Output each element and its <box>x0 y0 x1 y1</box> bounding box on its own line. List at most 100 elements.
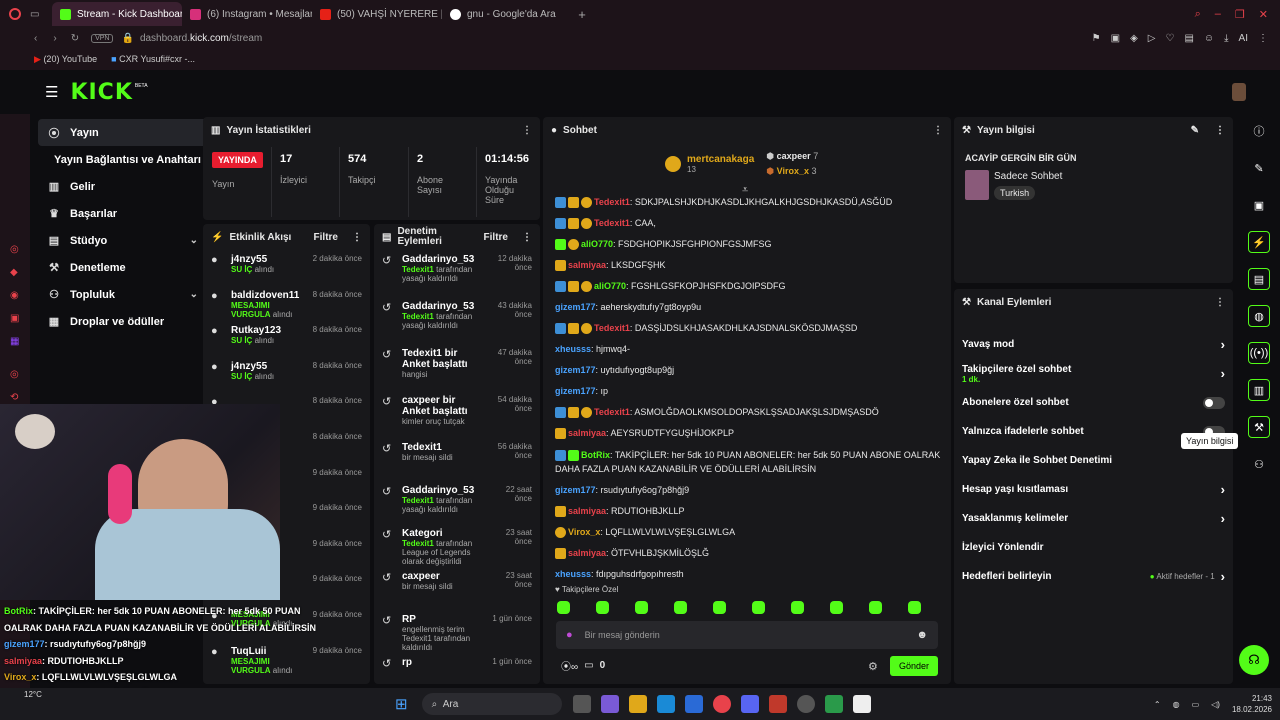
chat-username[interactable]: Virox_x <box>568 527 600 537</box>
moderation-item[interactable]: ↺ RP engellenmiş terim Tedexit1 tarafında… <box>374 610 540 653</box>
screenshot-icon[interactable]: ▣ <box>1248 194 1270 216</box>
channel-points[interactable]: ⦿∞ ▭ 0 <box>561 658 605 673</box>
copilot-icon[interactable] <box>600 695 619 713</box>
chat-message[interactable]: Tedexit1: CAA, <box>543 213 943 234</box>
emote-icon[interactable] <box>752 601 765 614</box>
chat-message[interactable]: Tedexit1: DASŞİJDSLKHJASAKDHLKAJSDNALSKÖ… <box>543 318 943 339</box>
tab-instagram[interactable]: (6) Instagram • Mesajlar <box>182 2 312 26</box>
chat-message[interactable]: salmiyaa: RDUTIOHBJKLLP <box>543 501 943 522</box>
emote-icon[interactable] <box>908 601 921 614</box>
store-icon[interactable] <box>684 695 703 713</box>
network-icon[interactable]: ▭ <box>1192 700 1200 709</box>
emote-icon[interactable] <box>791 601 804 614</box>
chat-username[interactable]: salmiyaa <box>568 506 606 516</box>
reload-icon[interactable]: ↻ <box>71 33 79 44</box>
more-icon[interactable]: ⋮ <box>522 125 532 136</box>
activity-item[interactable]: ● j4nzy55 SU İÇ alındı 8 dakika önce <box>203 357 370 393</box>
send-button[interactable]: Gönder <box>890 656 938 676</box>
emote-icon[interactable] <box>635 601 648 614</box>
discord-icon[interactable] <box>740 695 759 713</box>
chat-username[interactable]: xheusss <box>555 344 591 354</box>
chat-message[interactable]: Tedexit1: ASMOLĞDAOLKMSOLDOPASKLŞSADJAKŞ… <box>543 402 943 423</box>
category-name[interactable]: Sadece Sohbet <box>994 171 1062 182</box>
moderation-item[interactable]: ↺ caxpeer bir mesajı sildi 23 saat önce <box>374 567 540 610</box>
bookmark-icon[interactable]: ⚑ <box>1092 33 1101 44</box>
chat-bubble-icon[interactable]: ◍ <box>1248 305 1270 327</box>
volume-icon[interactable]: ◁) <box>1211 700 1220 709</box>
snapshot-icon[interactable]: ▣ <box>1111 33 1120 44</box>
play-icon[interactable]: ▷ <box>1148 33 1156 44</box>
more-icon[interactable]: ⋮ <box>522 232 532 243</box>
app-icon[interactable] <box>796 695 815 713</box>
sidebar-item-yayin[interactable]: ⦿ Yayın <box>38 119 208 146</box>
ai-button[interactable]: AI <box>1239 33 1248 44</box>
app-icon[interactable] <box>852 695 871 713</box>
channel-action[interactable]: Takipçilere özel sohbet 1 dk. › <box>954 359 1233 388</box>
file-explorer-icon[interactable] <box>628 695 647 713</box>
minimize-icon[interactable]: – <box>1215 8 1221 21</box>
activity-item[interactable]: ● j4nzy55 SU İÇ alındı 2 dakika önce <box>203 250 370 286</box>
sidebar-item-drops[interactable]: ▦ Droplar ve ödüller <box>38 308 208 335</box>
top-gifter-2[interactable]: ⬢ caxpeer 7 <box>766 149 818 164</box>
channel-action[interactable]: Hedefleri belirleyin ● Aktif hedefler - 1… <box>954 562 1233 591</box>
chat-message[interactable]: DAHA FAZLA PUAN KAZANABİLİR VE ÖDÜLLERİ … <box>543 462 943 480</box>
forward-icon[interactable]: › <box>53 33 56 44</box>
tab-google[interactable]: gnu - Google'da Ara <box>442 2 572 26</box>
chat-message[interactable]: salmiyaa: LKSDGFŞHK <box>543 255 943 276</box>
app-icon[interactable] <box>824 695 843 713</box>
emoji-icon[interactable]: ☻ <box>916 629 928 641</box>
chat-username[interactable]: salmiyaa <box>568 548 606 558</box>
moderation-item[interactable]: ↺ Tedexit1 bir mesajı sildi 56 dakika önce <box>374 438 540 481</box>
bookmark-youtube[interactable]: ▶ (20) YouTube <box>34 54 97 65</box>
moderation-item[interactable]: ↺ Kategori Tedexit1 tarafından League of L… <box>374 524 540 567</box>
chat-input[interactable]: ● Bir mesaj gönderin ☻ <box>556 621 938 649</box>
chat-username[interactable]: Tedexit1 <box>594 218 630 228</box>
wallet-icon[interactable]: ▤ <box>1184 33 1193 44</box>
app-icon[interactable] <box>768 695 787 713</box>
shield-icon[interactable]: ◈ <box>1130 33 1138 44</box>
chat-username[interactable]: gizem177 <box>555 365 596 375</box>
moderation-item[interactable]: ↺ Gaddarinyo_53 Tedexit1 tarafından yasağı… <box>374 250 540 297</box>
emote-icon[interactable] <box>713 601 726 614</box>
tray-chevron-icon[interactable]: ⌃ <box>1154 700 1161 709</box>
opera-sidebar-icon[interactable]: ◎ <box>10 363 19 386</box>
moderation-item[interactable]: ↺ Tedexit1 bir Anket başlattı hangisi 47 d… <box>374 344 540 391</box>
chat-message[interactable]: BotRix: TAKİPÇİLER: her 5dk 10 PUAN ABON… <box>543 444 943 462</box>
tab-menu-icon[interactable]: ▭ <box>30 9 52 20</box>
channel-action[interactable]: Yapay Zeka ile Sohbet Denetimi <box>954 446 1233 475</box>
clock[interactable]: 21:43 18.02.2026 <box>1232 693 1272 715</box>
layout-icon[interactable]: ▥ <box>1248 379 1270 401</box>
chat-message[interactable]: xheusss: hjmwq4- <box>543 339 943 360</box>
filter-button[interactable]: Filtre <box>314 232 338 243</box>
more-icon[interactable]: ⋮ <box>1215 297 1225 308</box>
emote-icon[interactable] <box>674 601 687 614</box>
chat-message[interactable]: xheusss: fdıpguhsdrfgopıhresth <box>543 564 943 585</box>
chat-username[interactable]: xheusss <box>555 569 591 579</box>
chat-username[interactable]: Tedexit1 <box>594 197 630 207</box>
search-tabs-icon[interactable]: ⌕ <box>1195 8 1201 21</box>
close-window-icon[interactable]: ✕ <box>1259 8 1268 21</box>
account-icon[interactable]: ☺ <box>1204 33 1214 44</box>
chat-message[interactable]: gizem177: aeherskydtufıy7gt8oyp9u <box>543 297 943 318</box>
edge-icon[interactable] <box>656 695 675 713</box>
mic-icon[interactable]: ◍ <box>1173 700 1180 709</box>
mic-icon[interactable]: ● <box>566 629 573 641</box>
vpn-badge[interactable]: VPN <box>91 33 114 43</box>
edit-pencil-icon[interactable]: ✎ <box>1248 157 1270 179</box>
windows-start-icon[interactable]: ⊞ <box>395 695 408 713</box>
edit-pencil-icon[interactable]: ✎ <box>1191 125 1199 136</box>
sidebar-item-achievements[interactable]: ♛ Başarılar <box>38 200 208 227</box>
chat-username[interactable]: gizem177 <box>555 485 596 495</box>
hamburger-menu-icon[interactable]: ☰ <box>45 83 58 101</box>
channel-action[interactable]: Yasaklanmış kelimeler › <box>954 504 1233 533</box>
menu-icon[interactable]: ⋮ <box>1258 33 1268 44</box>
chat-message[interactable]: gizem177: uytıdufıyogt8up9ğj <box>543 360 943 381</box>
more-icon[interactable]: ⋮ <box>1215 125 1225 136</box>
channel-action[interactable]: İzleyici Yönlendir <box>954 533 1233 562</box>
avatar[interactable] <box>1232 83 1246 101</box>
chat-message[interactable]: aliO770: FGSHLGSFKOPJHSFKDGJOIPSDFG <box>543 276 943 297</box>
emote-icon[interactable] <box>596 601 609 614</box>
more-icon[interactable]: ⋮ <box>933 125 943 136</box>
channel-action[interactable]: Abonelere özel sohbet <box>954 388 1233 417</box>
more-icon[interactable]: ⋮ <box>352 232 362 243</box>
